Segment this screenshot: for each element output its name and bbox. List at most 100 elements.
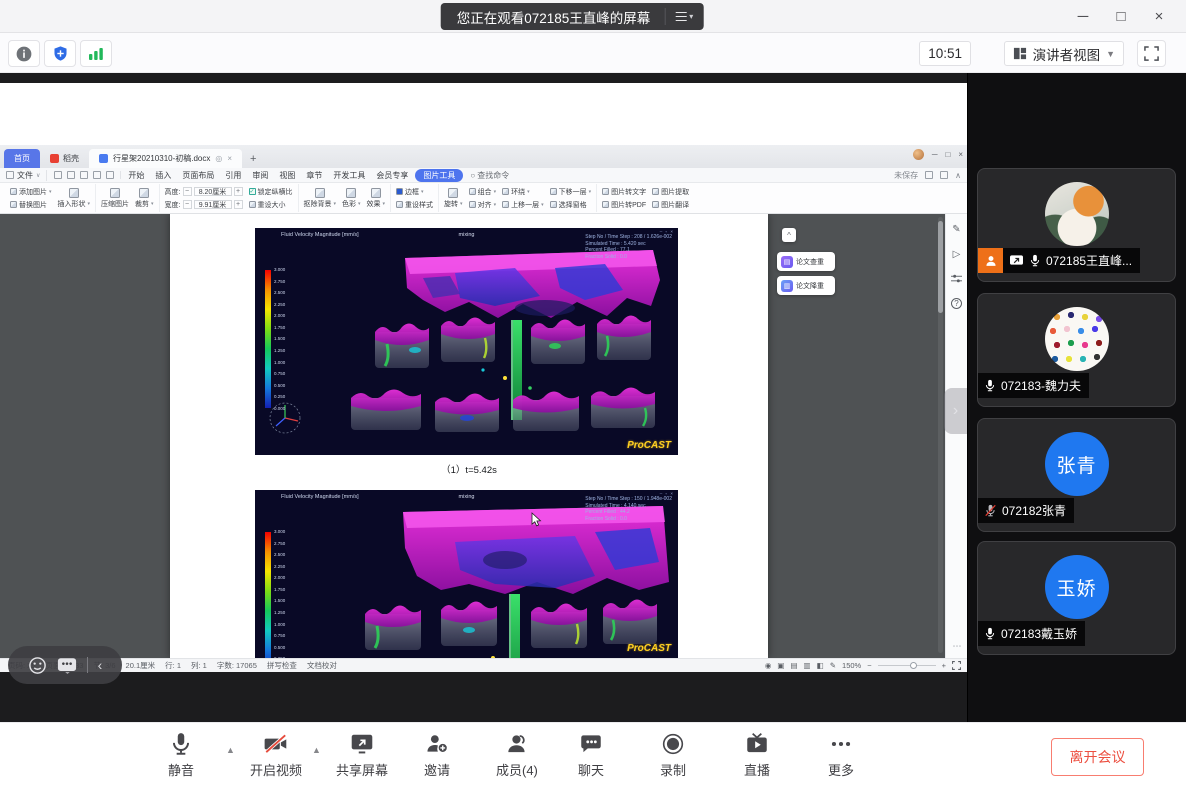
security-button[interactable] bbox=[44, 40, 76, 67]
save-icon[interactable] bbox=[54, 171, 62, 179]
ribbon-pic-to-pdf[interactable]: 图片转PDF bbox=[602, 200, 646, 210]
wps-menu-item[interactable]: 视图 bbox=[279, 170, 295, 181]
view-read-icon[interactable]: ◧ bbox=[817, 661, 824, 670]
sticker-icon[interactable] bbox=[57, 657, 77, 674]
view-mode-selector[interactable]: 演讲者视图 ▼ bbox=[1004, 41, 1124, 66]
zoom-slider[interactable] bbox=[878, 665, 936, 667]
more-button[interactable]: 更多 bbox=[828, 731, 854, 779]
height-stepper[interactable]: −8.20厘米+ bbox=[183, 187, 243, 196]
video-options-caret[interactable]: ▲ bbox=[312, 745, 321, 755]
wps-account-avatar[interactable] bbox=[913, 149, 924, 160]
ribbon-select-pane[interactable]: 选择窗格 bbox=[550, 200, 592, 210]
ribbon-insert-shape[interactable]: 插入形状▾ bbox=[58, 188, 91, 209]
paper-reduce-button[interactable]: ▥ 论文降重 bbox=[777, 276, 835, 295]
lock-aspect-checkbox[interactable]: ✓锁定纵横比 bbox=[249, 187, 293, 197]
wps-tab-document[interactable]: 行星架20210310-初稿.docx ◎ × bbox=[89, 149, 242, 168]
chat-button[interactable]: 聊天 bbox=[578, 731, 604, 779]
ribbon-reset-style[interactable]: 重设样式 bbox=[396, 200, 433, 210]
wps-tab-docer[interactable]: 稻壳 bbox=[40, 149, 89, 168]
collapse-left-icon[interactable]: ‹ bbox=[98, 657, 103, 673]
ribbon-replace-picture[interactable]: 替换图片 bbox=[10, 200, 52, 210]
mic-options-caret[interactable]: ▲ bbox=[226, 745, 235, 755]
status-item[interactable]: 拼写检查 bbox=[267, 660, 297, 671]
participant-tile-4[interactable]: 玉娇 072183戴玉娇 bbox=[977, 541, 1176, 655]
record-button[interactable]: 录制 bbox=[660, 731, 686, 779]
ribbon-wrap[interactable]: 环绕▾ bbox=[502, 187, 544, 197]
participant-tile-2[interactable]: 072183-魏力夫 bbox=[977, 293, 1176, 407]
rail-more-icon[interactable]: ⋯ bbox=[946, 641, 967, 652]
fit-screen-icon[interactable] bbox=[952, 661, 961, 670]
ribbon-crop[interactable]: 裁剪▾ bbox=[135, 188, 154, 209]
ribbon-effects[interactable]: 效果▾ bbox=[367, 188, 386, 209]
wps-menu-item[interactable]: 页面布局 bbox=[182, 170, 214, 181]
redo-icon[interactable] bbox=[106, 171, 114, 179]
procast-image-1[interactable]: Fluid Velocity Magnitude [mm/s] mixing –… bbox=[255, 228, 678, 455]
cursor-select-icon[interactable]: ▷ bbox=[953, 249, 961, 260]
ribbon-collapse-icon[interactable]: ∧ bbox=[955, 171, 961, 180]
ribbon-color[interactable]: 色彩▾ bbox=[342, 188, 361, 209]
wps-minimize-icon[interactable]: ─ bbox=[932, 150, 938, 159]
print-icon[interactable] bbox=[67, 171, 75, 179]
ribbon-rotate[interactable]: 旋转▾ bbox=[444, 188, 463, 209]
maximize-button[interactable]: □ bbox=[1102, 0, 1140, 33]
ribbon-pic-to-text[interactable]: 图片转文字 bbox=[602, 187, 646, 197]
pin-icon[interactable]: ◎ bbox=[215, 154, 222, 163]
preview-icon[interactable] bbox=[80, 171, 88, 179]
wps-new-tab-button[interactable]: + bbox=[242, 149, 264, 168]
wps-file-menu[interactable]: 文件 ∨ bbox=[6, 170, 47, 181]
assistant-collapse-button[interactable]: ^ bbox=[782, 228, 796, 242]
minimize-button[interactable]: ─ bbox=[1064, 0, 1102, 33]
width-stepper[interactable]: −9.91厘米+ bbox=[183, 200, 243, 209]
ribbon-align[interactable]: 对齐▾ bbox=[469, 200, 497, 210]
participant-tile-3[interactable]: 张青 072182张青 bbox=[977, 418, 1176, 532]
help-icon[interactable]: ? bbox=[951, 298, 962, 309]
ribbon-pic-translate[interactable]: 图片翻译 bbox=[652, 200, 689, 210]
wps-menu-item[interactable]: 审阅 bbox=[252, 170, 268, 181]
close-button[interactable]: × bbox=[1140, 0, 1178, 33]
status-item[interactable]: 文档校对 bbox=[307, 660, 337, 671]
zoom-out-icon[interactable]: − bbox=[867, 661, 871, 670]
share-icon[interactable] bbox=[940, 171, 948, 179]
wps-menu-item[interactable]: 引用 bbox=[225, 170, 241, 181]
ribbon-up-layer[interactable]: 上移一层▾ bbox=[502, 200, 544, 210]
banner-menu-button[interactable]: ▾ bbox=[664, 8, 693, 25]
tune-sliders-icon[interactable] bbox=[951, 274, 962, 284]
view-page-icon[interactable]: ▣ bbox=[777, 661, 784, 670]
smiley-icon[interactable] bbox=[28, 656, 47, 675]
share-screen-button[interactable]: 共享屏幕 bbox=[336, 731, 388, 779]
ribbon-border[interactable]: 边框▾ bbox=[396, 187, 433, 197]
ribbon-down-layer[interactable]: 下移一层▾ bbox=[550, 187, 592, 197]
view-web-icon[interactable]: ▥ bbox=[804, 661, 811, 670]
ribbon-pic-extract[interactable]: 图片提取 bbox=[652, 187, 689, 197]
annotate-pen-icon[interactable]: ✎ bbox=[952, 224, 960, 235]
zoom-in-icon[interactable]: + bbox=[942, 661, 946, 670]
undo-icon[interactable] bbox=[93, 171, 101, 179]
document-page[interactable]: Fluid Velocity Magnitude [mm/s] mixing –… bbox=[170, 214, 768, 658]
ribbon-group[interactable]: 组合▾ bbox=[469, 187, 497, 197]
ribbon-add-picture[interactable]: 添加图片▾ bbox=[10, 187, 52, 197]
wps-find-command[interactable]: ○ 查找命令 bbox=[470, 170, 509, 181]
mute-button[interactable]: 静音 bbox=[168, 731, 194, 779]
meeting-info-button[interactable] bbox=[8, 40, 40, 67]
live-stream-button[interactable]: 直播 bbox=[744, 731, 770, 779]
wps-menu-item[interactable]: 章节 bbox=[306, 170, 322, 181]
tab-close-icon[interactable]: × bbox=[227, 154, 232, 163]
network-status-button[interactable] bbox=[80, 40, 112, 67]
zoom-level-label[interactable]: 150% bbox=[842, 661, 861, 670]
scrollbar-thumb[interactable] bbox=[938, 221, 943, 313]
document-scrollbar[interactable] bbox=[938, 217, 943, 653]
wps-close-icon[interactable]: × bbox=[958, 150, 963, 159]
view-pen-icon[interactable]: ✎ bbox=[830, 661, 836, 670]
invite-button[interactable]: 邀请 bbox=[424, 731, 450, 779]
ribbon-cutout[interactable]: 抠除背景▾ bbox=[304, 188, 337, 209]
zoom-slider-knob[interactable] bbox=[910, 662, 917, 669]
status-item[interactable]: 行: 1 bbox=[165, 660, 181, 671]
paper-check-button[interactable]: ▤ 论文查重 bbox=[777, 252, 835, 271]
ribbon-reset-size[interactable]: 重设大小 bbox=[249, 200, 293, 210]
participant-tile-1[interactable]: 072185王直峰... bbox=[977, 168, 1176, 282]
wps-menu-item[interactable]: 会员专享 bbox=[376, 170, 408, 181]
wps-menu-item[interactable]: 开始 bbox=[128, 170, 144, 181]
collaborate-icon[interactable] bbox=[925, 171, 933, 179]
panel-collapse-handle[interactable]: › bbox=[944, 388, 967, 434]
wps-maximize-icon[interactable]: □ bbox=[945, 150, 950, 159]
